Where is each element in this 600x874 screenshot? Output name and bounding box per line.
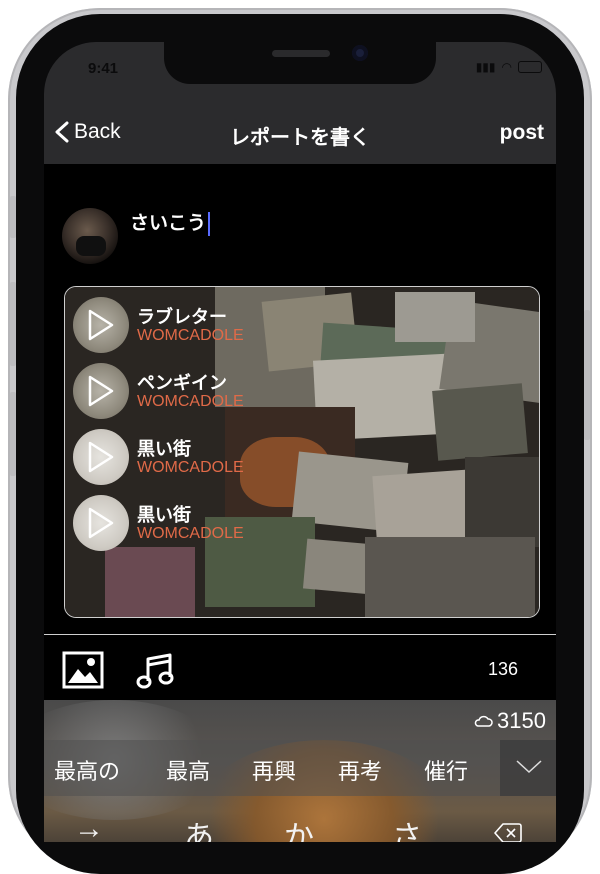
notch	[164, 42, 436, 84]
play-icon[interactable]	[87, 441, 115, 473]
status-bar: 9:41 ▮▮▮ ◠	[44, 42, 556, 88]
cloud-icon	[474, 715, 493, 727]
track-artist: WOMCADOLE	[137, 459, 244, 476]
play-icon[interactable]	[87, 375, 115, 407]
composer-toolbar: 136	[44, 634, 556, 701]
track-item[interactable]: ペンギイン WOMCADOLE	[73, 363, 373, 423]
suggestion-item[interactable]: 最高の	[54, 754, 120, 786]
track-item[interactable]: ラブレター WOMCADOLE	[73, 297, 373, 357]
report-text-input[interactable]: さいこう	[130, 208, 211, 236]
wifi-icon: ◠	[501, 60, 512, 74]
expand-suggestions-button[interactable]	[500, 740, 556, 796]
page-title: レポートを書く	[230, 127, 370, 149]
suggestion-item[interactable]: 再考	[338, 754, 382, 786]
text-caret	[208, 211, 211, 236]
speaker-grille	[272, 50, 330, 57]
suggestion-bar: 最高の 最高 再興 再考 催行	[44, 740, 556, 796]
suggestion-item[interactable]: 最高	[166, 754, 210, 786]
track-title: 黒い街	[137, 439, 191, 459]
play-icon[interactable]	[87, 309, 115, 341]
arrow-key[interactable]: →	[74, 812, 104, 842]
power-button	[584, 310, 590, 440]
character-count: 136	[487, 659, 518, 679]
key-row: → あ か さ	[44, 796, 556, 842]
battery-icon	[518, 61, 542, 73]
report-text: さいこう	[130, 213, 207, 234]
track-cover	[73, 363, 129, 419]
track-item[interactable]: 黒い街 WOMCADOLE	[73, 495, 373, 555]
post-button[interactable]: post	[500, 121, 544, 145]
keyboard: 3150 最高の 最高 再興 再考 催行 → あ か さ	[44, 700, 556, 842]
navigation-bar: Back レポートを書く post	[44, 88, 556, 164]
signal-icon: ▮▮▮	[475, 60, 496, 74]
key-ka[interactable]: か	[284, 812, 314, 842]
suggestion-item[interactable]: 再興	[252, 754, 296, 786]
track-cover	[73, 495, 129, 551]
status-time: 9:41	[88, 60, 119, 77]
image-icon[interactable]	[62, 651, 104, 689]
play-icon[interactable]	[87, 507, 115, 539]
track-title: ラブレター	[137, 307, 227, 327]
track-item[interactable]: 黒い街 WOMCADOLE	[73, 429, 373, 489]
screen: 9:41 ▮▮▮ ◠ Back レポートを書く post さいこう ラブレター …	[44, 42, 556, 842]
avatar[interactable]	[62, 208, 118, 264]
music-note-icon[interactable]	[136, 651, 176, 691]
key-sa[interactable]: さ	[392, 812, 422, 842]
delete-icon[interactable]	[494, 822, 522, 842]
track-artist: WOMCADOLE	[137, 525, 244, 542]
track-cover	[73, 297, 129, 353]
cloud-count: 3150	[497, 708, 546, 733]
track-artist: WOMCADOLE	[137, 327, 244, 344]
track-artist: WOMCADOLE	[137, 393, 244, 410]
key-a[interactable]: あ	[184, 812, 214, 842]
chevron-down-icon	[516, 760, 542, 774]
cloud-counter: 3150	[473, 708, 546, 734]
front-camera	[352, 45, 368, 61]
status-icons: ▮▮▮ ◠	[476, 60, 542, 74]
track-cover	[73, 429, 129, 485]
track-title: ペンギイン	[137, 373, 227, 393]
track-title: 黒い街	[137, 505, 191, 525]
suggestion-item[interactable]: 催行	[424, 754, 468, 786]
playlist-card[interactable]: ラブレター WOMCADOLE ペンギイン WOMCADOLE 黒い街 WOMC…	[64, 286, 540, 618]
